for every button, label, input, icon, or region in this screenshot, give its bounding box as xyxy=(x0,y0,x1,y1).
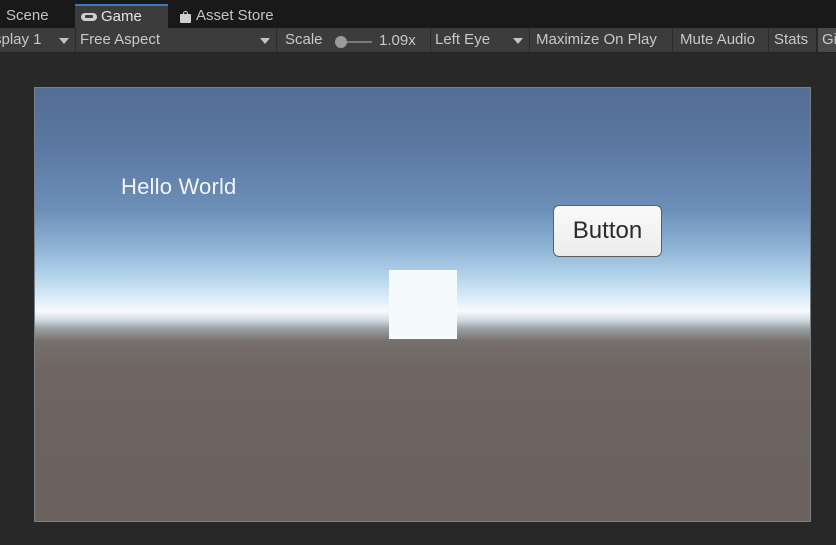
stats-label: Stats xyxy=(774,31,809,48)
tab-asset-store[interactable]: Asset Store xyxy=(174,4,294,28)
tab-scene[interactable]: Scene xyxy=(0,4,74,28)
aspect-dropdown[interactable]: Free Aspect xyxy=(76,28,277,52)
cube-object xyxy=(389,270,457,339)
gamepad-icon xyxy=(81,12,97,22)
tab-scene-label: Scene xyxy=(6,7,49,24)
tab-asset-store-label: Asset Store xyxy=(196,7,274,24)
scale-value: 1.09x xyxy=(379,32,416,49)
maximize-on-play-toggle[interactable]: Maximize On Play xyxy=(530,28,673,52)
game-view[interactable]: Hello World Button xyxy=(34,87,811,522)
aspect-dropdown-label: Free Aspect xyxy=(80,31,161,48)
mute-audio-label: Mute Audio xyxy=(680,31,756,48)
tab-bar: Scene Game Asset Store xyxy=(0,0,836,28)
hello-world-text: Hello World xyxy=(121,174,237,199)
game-ui-button[interactable]: Button xyxy=(553,205,662,257)
eye-dropdown-label: Left Eye xyxy=(435,31,491,48)
scale-slider-handle[interactable] xyxy=(335,36,347,48)
display-dropdown-label: splay 1 xyxy=(0,31,42,48)
scale-label: Scale xyxy=(285,31,323,48)
display-dropdown[interactable]: splay 1 xyxy=(0,28,76,52)
tab-game-label: Game xyxy=(101,8,142,25)
game-toolbar: splay 1 Free Aspect Scale Left Eye Maxim… xyxy=(0,28,836,53)
mute-audio-toggle[interactable]: Mute Audio xyxy=(673,28,769,52)
gizmos-label: Gi xyxy=(822,31,836,48)
shopping-bag-icon xyxy=(180,10,191,23)
tab-game[interactable]: Game xyxy=(75,4,168,28)
eye-dropdown[interactable]: Left Eye xyxy=(431,28,530,52)
stats-toggle[interactable]: Stats xyxy=(769,28,817,52)
maximize-on-play-label: Maximize On Play xyxy=(536,31,657,48)
gizmos-toggle[interactable]: Gi xyxy=(817,28,836,52)
